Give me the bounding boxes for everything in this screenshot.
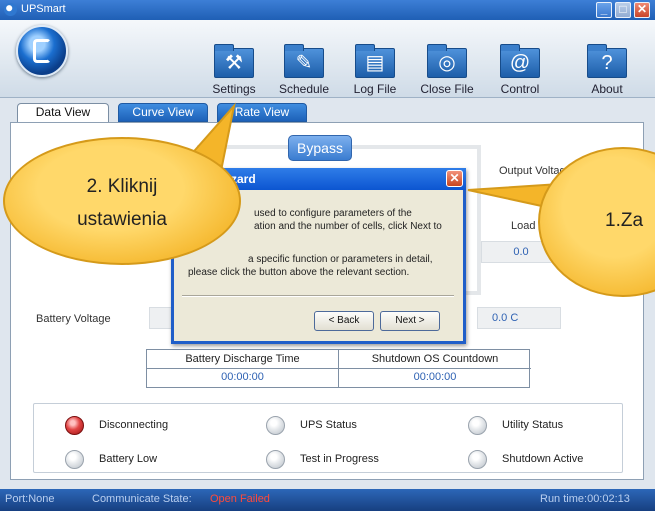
communicate-state-label: Communicate State: bbox=[92, 493, 192, 505]
run-time: Run time:00:02:13 bbox=[540, 493, 630, 505]
right-callout-text: 1.Za bbox=[605, 210, 644, 231]
port-status: Port:None bbox=[5, 493, 55, 505]
upsmart-window: UPSmart _ □ ✕ ⚒ Settings ✎ Schedule ▤ Lo… bbox=[0, 0, 655, 511]
status-bar: Port:None Communicate State: Open Failed… bbox=[0, 489, 655, 511]
communicate-state-value: Open Failed bbox=[210, 493, 270, 505]
left-callout-line-1: 2. Kliknij bbox=[86, 176, 158, 197]
left-callout-line-2: ustawienia bbox=[77, 209, 167, 230]
